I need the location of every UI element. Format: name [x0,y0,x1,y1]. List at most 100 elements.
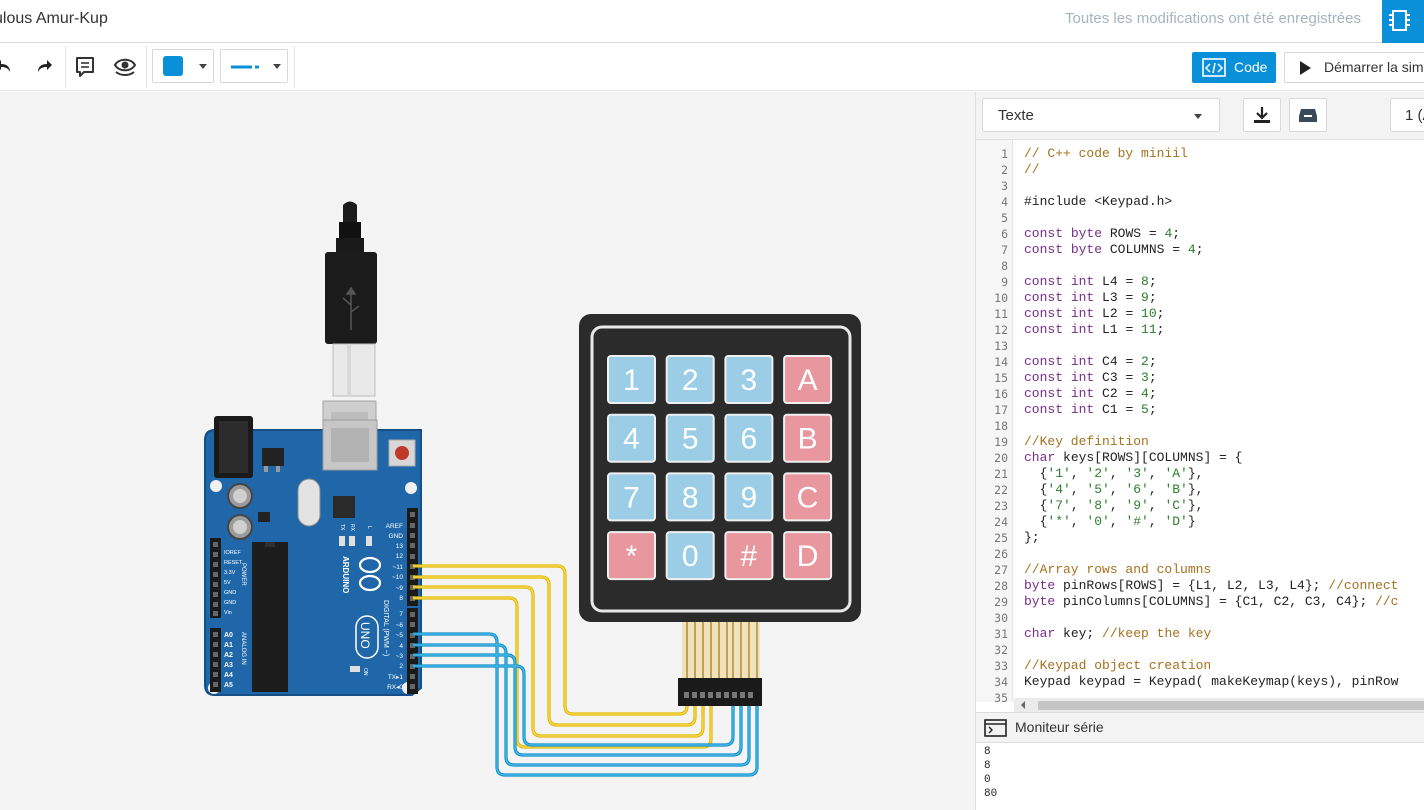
keypad-key[interactable]: 2 [665,355,715,404]
line-number: 25 [994,531,1008,545]
project-title[interactable]: ulous Amur-Kup [0,10,108,28]
keypad-key-label: 6 [741,423,758,456]
scroll-left-icon[interactable] [1019,698,1027,712]
code-line[interactable]: const int L1 = 11; [1024,322,1164,338]
keypad-key[interactable]: 8 [665,472,715,522]
code-line[interactable]: const int L4 = 8; [1024,274,1157,290]
code-editor[interactable]: 1 2 3 4 5 6 7 8 9 10 11 12 13 14 15 16 17 18 19 20 21 22 23 24 2… [976,140,1424,702]
code-line[interactable]: //Keypad object creation [1024,658,1211,674]
code-line[interactable]: {'4', '5', '6', 'B'}, [1024,482,1204,498]
circuit-drawing: ARDUINO DIGITAL (PWM ~) UNO ON TX RX L P… [204,201,861,777]
analog-label: ANALOG IN [240,632,246,665]
scrollbar-thumb[interactable] [1038,701,1424,710]
code-mode-select[interactable]: Texte [982,98,1220,132]
file-select[interactable]: 1 (Arduino Uno R3) [1390,98,1424,132]
code-line[interactable]: //Key definition [1024,434,1149,450]
horizontal-scrollbar[interactable] [1014,698,1424,712]
line-number: 13 [994,339,1008,353]
keypad-key[interactable]: D [783,531,833,581]
undo-button[interactable] [0,51,20,83]
visibility-button[interactable] [110,51,140,83]
arduino-uno-board[interactable]: ARDUINO DIGITAL (PWM ~) UNO ON TX RX L P… [204,416,422,696]
code-line[interactable]: const int C4 = 2; [1024,354,1157,370]
line-number: 16 [994,387,1008,401]
pin-label-a4: A4 [224,672,233,679]
keypad-key-label: * [626,540,638,573]
code-line[interactable]: byte pinRows[ROWS] = {L1, L2, L3, L4}; /… [1024,578,1398,594]
components-panel-button[interactable] [1382,0,1424,43]
code-button[interactable]: Code [1192,52,1276,83]
code-line[interactable]: const int C1 = 5; [1024,402,1157,418]
keypad-key-label: 9 [741,481,758,514]
code-line[interactable]: }; [1024,530,1040,546]
code-line[interactable]: const int L2 = 10; [1024,306,1164,322]
keypad-key[interactable]: 5 [665,413,715,463]
serial-monitor-output: 8 8 0 80 [976,743,1424,810]
code-icon [1202,58,1226,77]
code-line[interactable]: // C++ code by miniil [1024,146,1188,162]
start-simulation-button[interactable]: Démarrer la simulation [1284,52,1424,83]
color-swatch [163,56,183,76]
code-line[interactable]: byte pinColumns[COLUMNS] = {C1, C2, C3, … [1024,594,1398,610]
pin-label-a3: A3 [224,662,233,669]
library-button[interactable] [1289,98,1327,132]
code-line[interactable]: const byte ROWS = 4; [1024,226,1180,242]
keypad-key[interactable]: # [724,531,774,581]
keypad-key[interactable]: B [783,413,833,463]
download-code-button[interactable] [1243,98,1281,132]
keypad-key[interactable]: 3 [724,355,774,404]
serial-monitor-toggle[interactable]: Moniteur série [976,712,1424,743]
keypad-key-label: 1 [623,364,640,397]
wire-style-dropdown[interactable] [220,49,288,83]
code-line[interactable]: {'*', '0', '#', 'D'} [1024,514,1196,530]
code-line[interactable]: char key; //keep the key [1024,626,1211,642]
chevron-down-icon [273,64,281,69]
line-number: 31 [994,627,1008,641]
code-line[interactable]: char keys[ROWS][COLUMNS] = { [1024,450,1242,466]
code-line[interactable]: const int L3 = 9; [1024,290,1157,306]
code-line[interactable]: const byte COLUMNS = 4; [1024,242,1204,258]
keypad-key[interactable]: 9 [724,472,774,522]
pin-label-a5: A5 [224,682,233,689]
line-number: 35 [994,691,1008,702]
file-select-value: 1 (Arduino Uno R3) [1405,107,1424,124]
code-line[interactable]: {'1', '2', '3', 'A'}, [1024,466,1204,482]
keypad-ribbon [678,620,762,706]
redo-button[interactable] [30,51,58,83]
pin-label-a0: A0 [224,632,233,639]
line-number: 2 [1001,163,1008,177]
code-line[interactable]: const int C3 = 3; [1024,370,1157,386]
code-line[interactable]: Keypad keypad = Keypad( makeKeymap(keys)… [1024,674,1398,690]
play-icon [1300,61,1311,75]
rx-led-label: RX [349,524,355,532]
keypad-key[interactable]: 1 [607,355,656,404]
code-line[interactable]: //Array rows and columns [1024,562,1211,578]
line-number: 26 [994,547,1008,561]
notes-button[interactable] [71,51,99,83]
line-number: 23 [994,499,1008,513]
code-line[interactable]: const int C2 = 4; [1024,386,1157,402]
line-number: 12 [994,323,1008,337]
pin-label-gnd1: GND [224,590,236,596]
keypad-key[interactable]: 0 [665,531,715,581]
pin-label-rx: RX◂0 [387,684,403,691]
line-number: 34 [994,675,1008,689]
line-number: 5 [1001,211,1008,225]
keypad-key[interactable]: A [783,355,833,404]
keypad-key[interactable]: C [783,472,833,522]
keypad-key[interactable]: * [607,531,656,581]
fill-color-dropdown[interactable] [152,49,214,83]
keypad-key[interactable]: 6 [724,413,774,463]
circuit-canvas[interactable]: ARDUINO DIGITAL (PWM ~) UNO ON TX RX L P… [0,92,975,810]
pin-label-gnd: GND [389,533,404,540]
keypad-key-label: 5 [682,423,699,456]
code-line[interactable]: #include <Keypad.h> [1024,194,1172,210]
line-number: 22 [994,483,1008,497]
code-line[interactable]: {'7', '8', '9', 'C'}, [1024,498,1204,514]
pin-label-a1: A1 [224,642,233,649]
code-line[interactable]: // [1024,162,1040,178]
keypad-key[interactable]: 7 [607,472,656,522]
keypad-key[interactable]: 4 [607,413,656,463]
pin-label-3: ~3 [396,653,404,660]
chevron-down-icon [199,64,207,69]
